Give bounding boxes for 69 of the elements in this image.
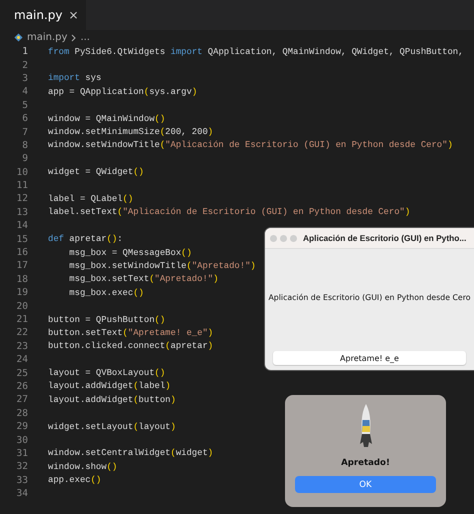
code-line: widget.setLayout(layout) [48,422,176,432]
code-line: button = QPushButton() [48,314,166,324]
close-icon[interactable]: × [68,8,79,22]
code-line: msg_box.setText("Apretado!") [68,274,218,284]
breadcrumb-item[interactable]: main.py [27,32,68,43]
line-number: 20 [16,300,28,312]
code-line: button.setText("Apretame! e_e") [48,328,214,338]
line-number: 25 [16,368,28,379]
line-number: 34 [16,488,28,500]
window-title: Aplicación de Escritorio (GUI) en Pytho... [303,233,466,243]
code-line: label = QLabel() [48,194,134,204]
line-number: 18 [16,274,28,285]
dialog-message: Apretado! [341,458,390,468]
chevron-icon [71,34,76,42]
code-line: msg_box.setWindowTitle("Apretado!") [68,260,256,271]
code-line: window.setCentralWidget(widget) [48,448,214,458]
code-line: msg_box = QMessageBox() [68,248,192,258]
code-line: layout.addWidget(button) [48,394,176,405]
line-number: 30 [16,434,28,446]
line-number: 13 [16,206,28,218]
code-line: window.setMinimumSize(200, 200) [48,127,214,138]
python-file-icon [14,33,23,42]
line-number: 33 [16,474,28,486]
code-line: import sys [48,73,102,84]
breadcrumb-item[interactable]: ... [80,32,90,43]
line-number: 6 [21,113,28,124]
code-line: msg_box.exec() [68,288,144,298]
line-number: 21 [16,314,28,325]
code-line: label.setText("Aplicación de Escritorio (GUI) en Python desde Cero") [48,207,410,218]
line-number: 16 [16,247,28,258]
line-number: 15 [16,234,28,245]
line-number: 27 [16,394,28,406]
code-line: layout.addWidget(label) [48,381,171,392]
line-number: 4 [21,86,28,98]
line-number: 28 [16,408,28,419]
code-line: from PySide6.QtWidgets import QApplication, QMainWindow, QWidget, QPushButton, [48,46,464,57]
line-number: 17 [16,260,28,272]
line-number: 19 [16,287,28,298]
line-number: 12 [16,193,28,204]
file-tab[interactable]: main.py × [0,0,86,30]
line-number: 5 [21,100,28,111]
code-line: layout = QVBoxLayout() [48,368,166,378]
line-number: 11 [16,180,28,192]
line-number: 32 [16,461,28,472]
line-number: 10 [16,166,28,178]
line-number: 2 [21,60,28,71]
code-line: window.show() [48,462,118,472]
code-line: widget = QWidget() [48,167,144,178]
push-button[interactable]: Apretame! e_e [273,351,466,365]
code-line: app.exec() [48,475,102,486]
line-number: 3 [21,72,28,84]
code-line: window = QMainWindow() [48,114,166,124]
line-number: 26 [16,380,28,392]
code-line: app = QApplication(sys.argv) [48,86,198,97]
ok-button[interactable]: OK [295,476,436,493]
line-number: 31 [16,448,28,459]
line-number: 7 [21,126,28,138]
line-number: 8 [21,140,28,151]
line-number: 9 [21,153,28,164]
line-number: 23 [16,340,28,352]
code-line: def apretar(): [48,234,123,244]
code-line: window.setWindowTitle("Aplicación de Escritorio (GUI) en Python desde Cero") [48,140,453,150]
rocket-icon [358,404,374,448]
line-number: 29 [16,421,28,432]
line-number: 14 [16,220,28,232]
code-line: button.clicked.connect(apretar) [48,341,214,352]
line-number: 1 [21,46,28,58]
line-number: 24 [16,354,28,366]
line-number: 22 [16,327,28,338]
